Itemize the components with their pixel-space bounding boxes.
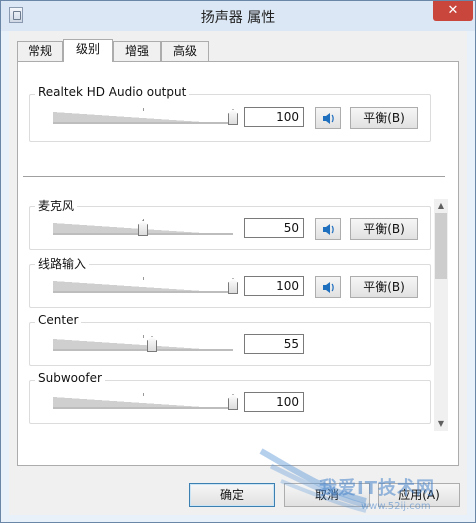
speaker-properties-window: 扬声器 属性 ✕ 常规 级别 增强 高级 Realtek HD Audio ou…	[0, 0, 476, 523]
output-volume-value[interactable]: 100	[244, 107, 304, 127]
tab-enhancements[interactable]: 增强	[113, 41, 161, 61]
output-volume-slider[interactable]	[53, 108, 233, 124]
close-button[interactable]: ✕	[433, 1, 473, 21]
ok-button[interactable]: 确定	[189, 483, 275, 507]
center-label: Center	[35, 313, 82, 327]
output-mute-button[interactable]	[315, 107, 341, 129]
scroll-up-arrow-icon[interactable]: ▲	[434, 199, 448, 213]
center-volume-value[interactable]: 55	[244, 334, 304, 354]
microphone-balance-button[interactable]: 平衡(B)	[350, 218, 418, 240]
speaker-icon	[323, 224, 334, 235]
output-balance-button[interactable]: 平衡(B)	[350, 107, 418, 129]
speaker-icon	[323, 113, 334, 124]
channels-scrollbar[interactable]: ▲ ▼	[434, 199, 448, 431]
tab-levels[interactable]: 级别	[63, 39, 113, 62]
center-volume-slider[interactable]	[53, 335, 233, 351]
watermark-text: 我爱IT技术网	[319, 478, 435, 499]
slider-tick	[143, 393, 144, 396]
tab-advanced[interactable]: 高级	[161, 41, 209, 61]
line-in-balance-button[interactable]: 平衡(B)	[350, 276, 418, 298]
output-device-label: Realtek HD Audio output	[35, 85, 190, 99]
microphone-mute-button[interactable]	[315, 218, 341, 240]
watermark-url: www.52ij.com	[361, 501, 431, 512]
title-bar[interactable]: 扬声器 属性 ✕	[1, 1, 475, 31]
speaker-icon	[323, 282, 334, 293]
microphone-label: 麦克风	[35, 197, 78, 214]
slider-tick	[143, 108, 144, 111]
scroll-down-arrow-icon[interactable]: ▼	[434, 417, 448, 431]
slider-tick	[143, 277, 144, 280]
separator	[23, 176, 445, 177]
line-in-mute-button[interactable]	[315, 276, 341, 298]
line-in-volume-slider[interactable]	[53, 277, 233, 293]
microphone-volume-value[interactable]: 50	[244, 218, 304, 238]
scrollbar-thumb[interactable]	[435, 213, 447, 279]
subwoofer-volume-value[interactable]: 100	[244, 392, 304, 412]
subwoofer-volume-slider[interactable]	[53, 393, 233, 409]
tab-general[interactable]: 常规	[17, 41, 63, 61]
subwoofer-label: Subwoofer	[35, 371, 105, 385]
slider-tick	[143, 335, 144, 338]
line-in-volume-value[interactable]: 100	[244, 276, 304, 296]
window-title: 扬声器 属性	[200, 10, 276, 26]
line-in-label: 线路输入	[35, 255, 90, 272]
